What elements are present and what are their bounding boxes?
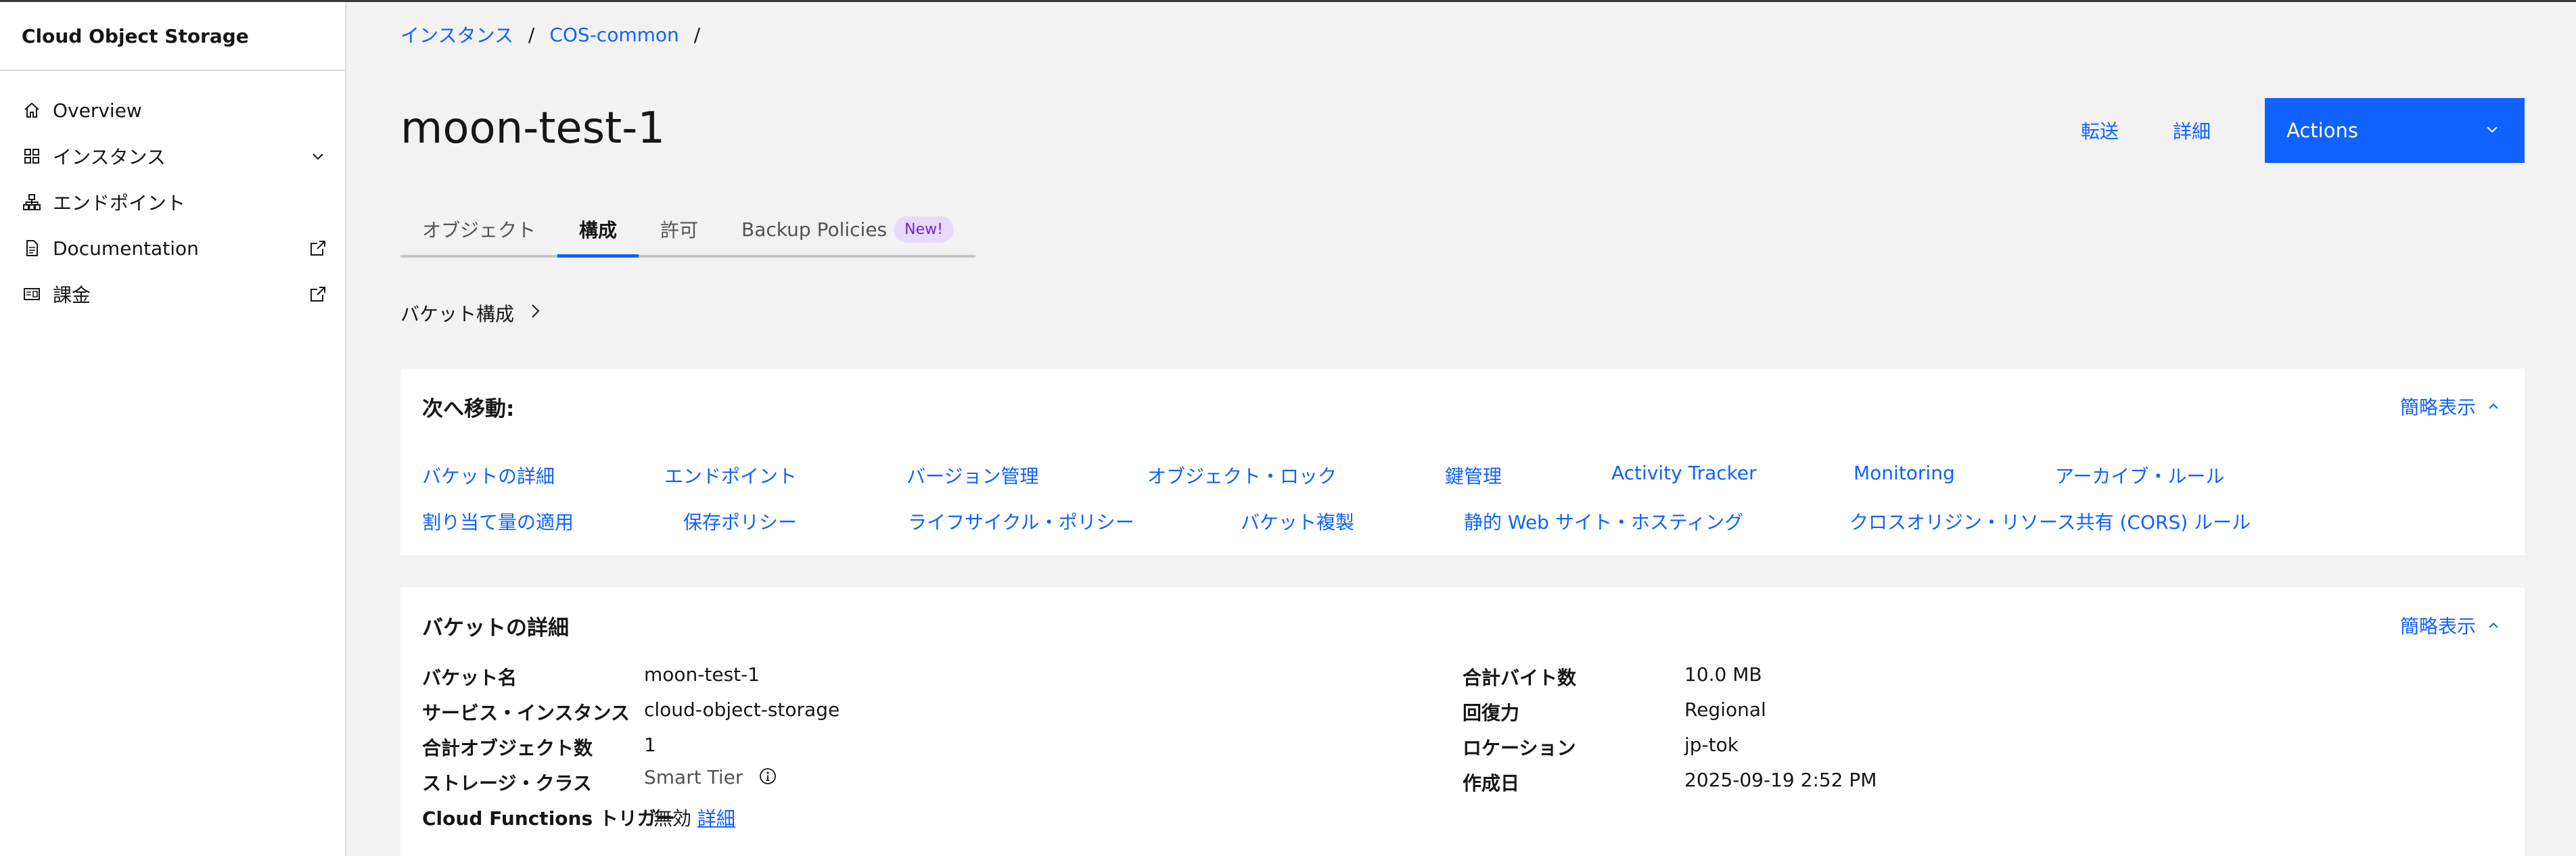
nav-link-quota[interactable]: 割り当て量の適用 (422, 508, 574, 535)
total-bytes-value: 10.0 MB (1684, 663, 1762, 686)
new-badge: New! (894, 216, 954, 243)
nav-link-versioning[interactable]: バージョン管理 (906, 462, 1038, 489)
cloud-functions-value: 無効 詳細 (653, 804, 735, 831)
tab-backup-policies[interactable]: Backup Policies New! (720, 204, 975, 258)
sidebar-item-overview[interactable]: Overview (0, 87, 345, 133)
transfer-link[interactable]: 転送 (2081, 117, 2119, 144)
created-date-value: 2025-09-19 2:52 PM (1684, 769, 1877, 791)
tab-objects[interactable]: オブジェクト (400, 204, 558, 258)
nav-link-bucket-details[interactable]: バケットの詳細 (422, 462, 555, 489)
sidebar-item-label: Documentation (53, 237, 199, 260)
collapse-label: 簡略表示 (2399, 396, 2476, 419)
sidebar-item-instances[interactable]: インスタンス (0, 133, 345, 179)
bucket-config-link[interactable]: バケット構成 (400, 300, 543, 327)
actions-label: Actions (2286, 119, 2358, 142)
tab-configuration[interactable]: 構成 (557, 204, 639, 258)
sidebar-item-label: 課金 (53, 284, 91, 306)
header-actions: 転送 詳細 Actions (2081, 98, 2525, 163)
tab-label: オブジェクト (422, 219, 536, 241)
cloud-functions-status: 無効 (653, 807, 692, 830)
cloud-functions-details-link[interactable]: 詳細 (697, 807, 735, 830)
breadcrumb-cos-common[interactable]: COS-common (549, 24, 678, 46)
nav-link-retention-policy[interactable]: 保存ポリシー (683, 508, 797, 535)
chevron-up-icon (2487, 396, 2500, 418)
service-instance-value: cloud-object-storage (644, 698, 840, 721)
breadcrumb: インスタンス / COS-common / (400, 21, 700, 48)
total-bytes-label: 合計バイト数 (1463, 667, 1577, 689)
sidebar-item-endpoints[interactable]: エンドポイント (0, 179, 345, 225)
total-objects-label: 合計オブジェクト数 (422, 737, 593, 759)
storage-class-text: Smart Tier (644, 766, 743, 788)
location-value: jp-tok (1684, 734, 1739, 756)
nav-link-object-lock[interactable]: オブジェクト・ロック (1147, 462, 1337, 489)
nav-link-monitoring[interactable]: Monitoring (1854, 462, 1955, 484)
sidebar: Cloud Object Storage Overview インスタンス エンド… (0, 2, 346, 856)
chevron-up-icon (2487, 615, 2500, 637)
collapse-label: 簡略表示 (2399, 615, 2476, 638)
nav-link-static-website[interactable]: 静的 Web サイト・ホスティング (1464, 508, 1743, 535)
resiliency-label: 回復力 (1463, 702, 1520, 724)
sidebar-title: Cloud Object Storage (0, 2, 345, 71)
cloud-functions-label: Cloud Functions トリガー (422, 807, 675, 830)
storage-class-label: ストレージ・クラス (422, 772, 592, 794)
chevron-down-icon[interactable] (307, 145, 329, 167)
nav-link-activity-tracker[interactable]: Activity Tracker (1611, 462, 1757, 484)
collapse-toggle[interactable]: 簡略表示 (2400, 612, 2500, 639)
collapse-toggle[interactable]: 簡略表示 (2400, 393, 2500, 420)
sidebar-item-documentation[interactable]: Documentation (0, 225, 345, 271)
document-icon (22, 238, 42, 258)
created-date-label: 作成日 (1463, 772, 1520, 794)
page-title: moon-test-1 (400, 103, 666, 153)
chevron-down-icon (2484, 119, 2500, 142)
nav-link-lifecycle-policy[interactable]: ライフサイクル・ポリシー (908, 508, 1134, 535)
sidebar-item-label: インスタンス (53, 146, 166, 168)
breadcrumb-separator: / (693, 23, 701, 46)
nav-link-archive-rules[interactable]: アーカイブ・ルール (2055, 462, 2224, 489)
breadcrumb-instances[interactable]: インスタンス (400, 21, 513, 48)
navigate-to-title: 次へ移動: (422, 397, 515, 421)
bucket-details-card: バケットの詳細 簡略表示 バケット名 moon-test-1 サービス・インスタ… (400, 588, 2525, 856)
billing-icon (22, 284, 42, 304)
service-instance-label: サービス・インスタンス (422, 702, 630, 724)
nav-link-cors-rules[interactable]: クロスオリジン・リソース共有 (CORS) ルール (1849, 508, 2251, 535)
sidebar-nav: Overview インスタンス エンドポイント Documentation 課金 (0, 71, 345, 317)
tab-label: Backup Policies (741, 218, 888, 241)
tab-list: オブジェクト 構成 許可 Backup Policies New! (400, 204, 975, 258)
info-icon[interactable] (758, 767, 777, 790)
nav-link-bucket-replication[interactable]: バケット複製 (1241, 508, 1354, 535)
navigate-to-card: 次へ移動: 簡略表示 バケットの詳細 エンドポイント バージョン管理 オブジェク… (400, 368, 2525, 555)
total-objects-value: 1 (644, 734, 656, 756)
grid-icon (22, 146, 42, 166)
external-link-icon[interactable] (307, 237, 329, 259)
details-link[interactable]: 詳細 (2173, 117, 2211, 144)
nav-link-key-management[interactable]: 鍵管理 (1445, 462, 1502, 489)
sidebar-item-billing[interactable]: 課金 (0, 271, 345, 317)
sidebar-item-label: Overview (53, 99, 142, 122)
bucket-config-label: バケット構成 (400, 303, 515, 325)
resiliency-value: Regional (1684, 698, 1766, 721)
actions-dropdown-button[interactable]: Actions (2265, 98, 2525, 163)
storage-class-value: Smart Tier (644, 766, 777, 790)
window-top-border (0, 0, 2576, 2)
home-icon (22, 100, 42, 120)
nav-link-endpoints[interactable]: エンドポイント (664, 462, 797, 489)
network-icon (22, 192, 42, 212)
tab-label: 構成 (579, 218, 618, 241)
sidebar-item-label: エンドポイント (53, 192, 186, 214)
breadcrumb-separator: / (528, 23, 535, 46)
bucket-details-title: バケットの詳細 (422, 616, 569, 640)
tab-label: 許可 (660, 219, 699, 241)
location-label: ロケーション (1463, 737, 1576, 759)
external-link-icon[interactable] (307, 283, 329, 305)
bucket-name-label: バケット名 (422, 667, 518, 689)
bucket-name-value: moon-test-1 (644, 663, 760, 686)
chevron-right-icon (528, 302, 543, 325)
tab-permissions[interactable]: 許可 (639, 204, 720, 258)
